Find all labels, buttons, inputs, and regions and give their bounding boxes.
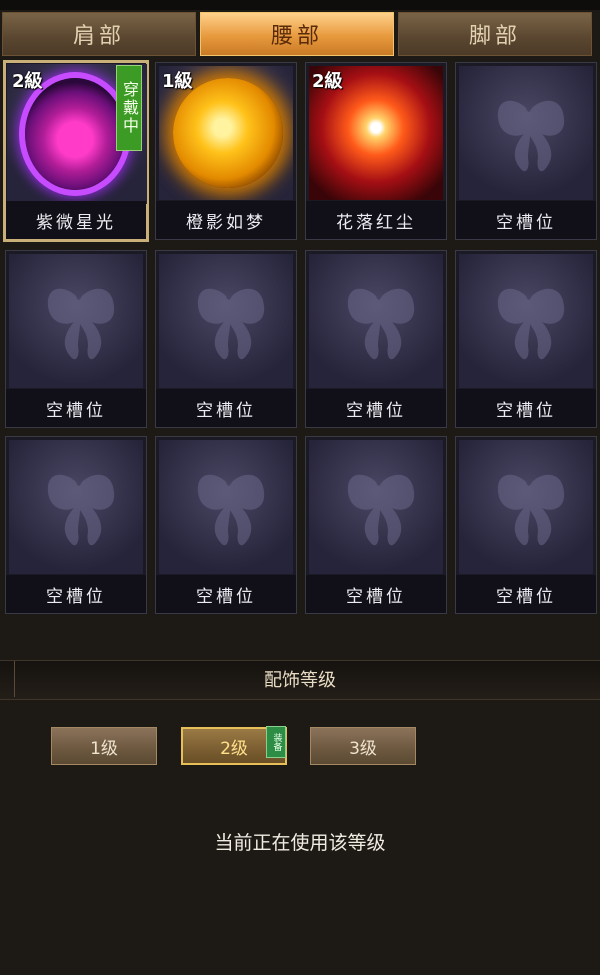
status-text: 当前正在使用该等级 (214, 832, 386, 854)
slot-empty[interactable]: 空槽位 (155, 250, 297, 428)
item-art (459, 440, 593, 574)
butterfly-icon (497, 474, 565, 546)
item-art (9, 440, 143, 574)
item-art (159, 254, 293, 388)
tab-bar: 肩部 腰部 脚部 (0, 12, 600, 58)
section-divider: 配饰等级 (0, 660, 600, 700)
item-name: 紫微星光 (6, 201, 146, 239)
slot-empty[interactable]: 空槽位 (5, 436, 147, 614)
butterfly-icon (347, 474, 415, 546)
item-name: 空槽位 (306, 575, 446, 613)
item-name: 花落红尘 (306, 201, 446, 239)
butterfly-icon (347, 288, 415, 360)
item-art (459, 66, 593, 200)
item-level: 2級 (312, 71, 343, 92)
slot-item[interactable]: 2級 穿戴中 紫微星光 (3, 60, 149, 242)
slot-empty[interactable]: 空槽位 (455, 250, 597, 428)
item-name: 空槽位 (456, 389, 596, 427)
item-level: 2級 (12, 71, 43, 92)
slot-empty[interactable]: 空槽位 (305, 436, 447, 614)
butterfly-icon (47, 474, 115, 546)
level-1-button[interactable]: 1级 (51, 727, 157, 765)
slot-empty[interactable]: 空槽位 (305, 250, 447, 428)
item-name: 空槽位 (456, 575, 596, 613)
butterfly-icon (47, 288, 115, 360)
slot-empty[interactable]: 空槽位 (455, 436, 597, 614)
item-name: 橙影如梦 (156, 201, 296, 239)
item-art (309, 254, 443, 388)
top-frame-edge (0, 0, 600, 10)
item-art (159, 440, 293, 574)
butterfly-icon (197, 288, 265, 360)
item-name: 空槽位 (456, 201, 596, 239)
slot-item[interactable]: 1級 橙影如梦 (155, 62, 297, 240)
equipped-tag: 装备 (266, 726, 286, 758)
wearing-badge: 穿戴中 (116, 65, 142, 151)
item-name: 空槽位 (6, 575, 146, 613)
level-3-button[interactable]: 3级 (310, 727, 416, 765)
orange-sun-icon (173, 78, 283, 188)
tab-waist[interactable]: 腰部 (200, 12, 394, 56)
item-name: 空槽位 (156, 575, 296, 613)
tab-shoulder[interactable]: 肩部 (2, 12, 196, 56)
butterfly-icon (497, 100, 565, 172)
slot-empty[interactable]: 空槽位 (455, 62, 597, 240)
item-name: 空槽位 (6, 389, 146, 427)
tab-foot[interactable]: 脚部 (398, 12, 592, 56)
item-art (309, 440, 443, 574)
item-name: 空槽位 (306, 389, 446, 427)
section-title: 配饰等级 (264, 670, 336, 691)
item-name: 空槽位 (156, 389, 296, 427)
butterfly-icon (497, 288, 565, 360)
item-art (9, 254, 143, 388)
purple-orb-icon (25, 78, 125, 190)
butterfly-icon (197, 474, 265, 546)
slot-empty[interactable]: 空槽位 (155, 436, 297, 614)
slot-empty[interactable]: 空槽位 (5, 250, 147, 428)
item-level: 1級 (162, 71, 193, 92)
accessory-grid: 2級 穿戴中 紫微星光 1級 橙影如梦 2級 花落红尘 空槽位 空槽位 空槽位 … (0, 58, 600, 618)
item-art (459, 254, 593, 388)
slot-item[interactable]: 2級 花落红尘 (305, 62, 447, 240)
